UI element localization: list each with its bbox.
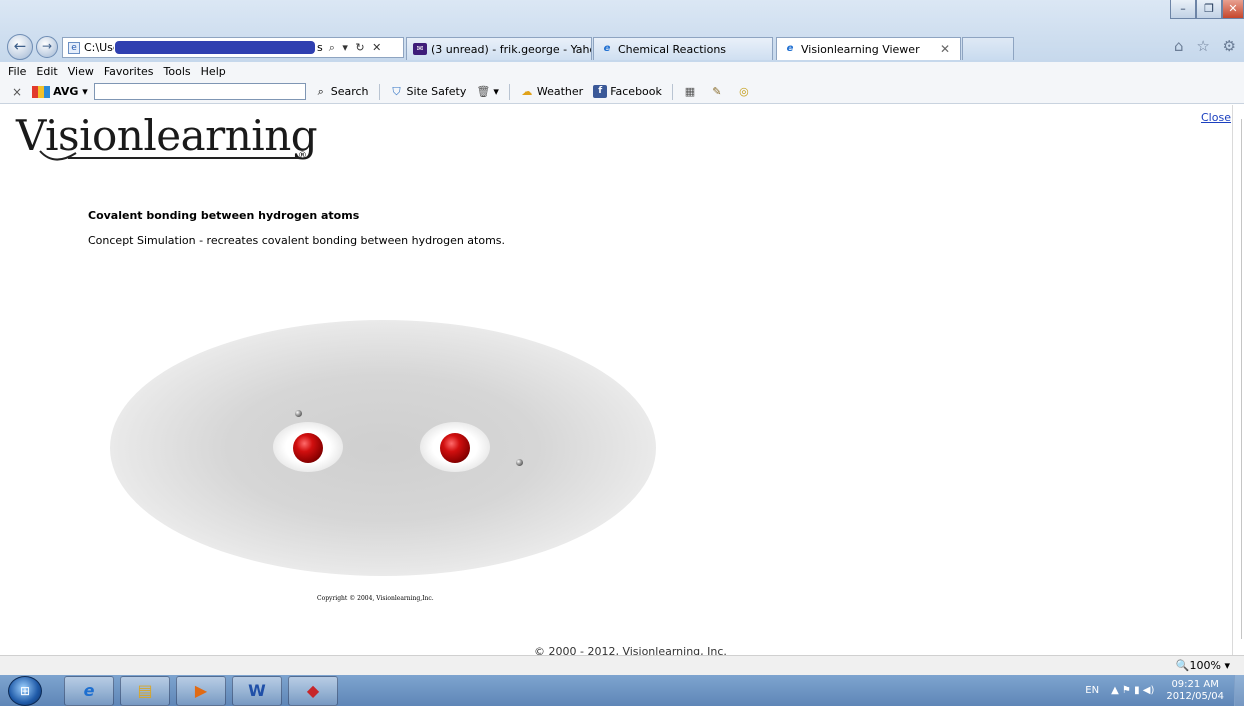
magnifier-icon: ◎ bbox=[739, 85, 749, 98]
clock[interactable]: 09:21 AM 2012/05/04 bbox=[1166, 679, 1224, 703]
start-button[interactable]: ⊞ bbox=[8, 676, 42, 706]
hydrogen-nucleus-right bbox=[440, 433, 470, 463]
status-bar: 🔍100% ▾ bbox=[0, 655, 1244, 675]
menu-help[interactable]: Help bbox=[201, 65, 226, 78]
taskbar-file-explorer[interactable]: ▤ bbox=[120, 676, 170, 706]
toolbar-separator bbox=[508, 83, 510, 100]
simulation-description: Concept Simulation - recreates covalent … bbox=[88, 234, 506, 247]
page-footer: © 2000 - 2012, Visionlearning, Inc. bbox=[534, 645, 727, 655]
dropdown-arrow-icon: ▾ bbox=[493, 85, 499, 98]
menu-favorites[interactable]: Favorites bbox=[104, 65, 154, 78]
facebook-button[interactable]: f Facebook bbox=[593, 85, 662, 98]
window-controls: – ❐ ✕ bbox=[1170, 0, 1244, 20]
tab-label: Visionlearning Viewer bbox=[801, 42, 920, 56]
redacted-path bbox=[115, 41, 315, 54]
logo-underline bbox=[68, 157, 300, 159]
toolbar-separator bbox=[378, 83, 380, 100]
browser-titlebar: – ❐ ✕ ← → e C:\User s ⌕ ▾ ↻ ✕ ✉ (3 unrea… bbox=[0, 0, 1244, 62]
vertical-scrollbar[interactable] bbox=[1232, 105, 1244, 655]
show-desktop-button[interactable] bbox=[1234, 675, 1244, 706]
taskbar-word[interactable]: W bbox=[232, 676, 282, 706]
window-close-button[interactable]: ✕ bbox=[1222, 0, 1244, 19]
taskbar-app-cube[interactable]: ◆ bbox=[288, 676, 338, 706]
clock-time: 09:21 AM bbox=[1171, 678, 1219, 690]
mail-icon: ✉ bbox=[413, 43, 427, 55]
notepad-icon: ✎ bbox=[712, 85, 722, 98]
tray-icons[interactable]: ▲ ⚑ ▮ ◀) bbox=[1111, 685, 1154, 696]
toolbar-search-button[interactable]: ⌕ Search bbox=[314, 85, 369, 98]
facebook-label: Facebook bbox=[610, 85, 662, 98]
zoom-control[interactable]: 🔍100% ▾ bbox=[1176, 659, 1230, 672]
address-tail: s bbox=[317, 41, 323, 54]
avg-menu[interactable]: AVG ▾ bbox=[32, 85, 88, 98]
windows-logo-icon: ⊞ bbox=[19, 684, 31, 698]
tab-close-icon[interactable]: ✕ bbox=[940, 42, 950, 56]
scrollbar-track bbox=[1241, 119, 1242, 639]
close-link[interactable]: Close bbox=[1201, 111, 1231, 124]
weather-icon: ☁ bbox=[521, 85, 533, 98]
search-icon: ⌕ bbox=[317, 85, 324, 98]
find-button[interactable]: ◎ bbox=[737, 85, 754, 98]
ie-icon: e bbox=[786, 43, 794, 54]
navigation-row: ← → e C:\User s ⌕ ▾ ↻ ✕ ✉ (3 unread) - f… bbox=[0, 34, 1244, 60]
avg-label: AVG ▾ bbox=[53, 85, 88, 98]
electron-cloud[interactable] bbox=[110, 320, 656, 576]
home-favorites-settings-icons[interactable]: ⌂ ☆ ⚙ bbox=[1174, 37, 1240, 55]
tab-label: (3 unread) - frik.george - Yaho... bbox=[431, 42, 592, 56]
menu-file[interactable]: File bbox=[8, 65, 26, 78]
menu-edit[interactable]: Edit bbox=[36, 65, 57, 78]
electron-right bbox=[516, 459, 523, 466]
taskbar-media-player[interactable]: ▶ bbox=[176, 676, 226, 706]
back-button[interactable]: ← bbox=[7, 34, 33, 60]
windows-taskbar: ⊞ e ▤ ▶ W ◆ EN ▲ ⚑ ▮ ◀) 09:21 AM 2012/05… bbox=[0, 675, 1244, 706]
menu-tools[interactable]: Tools bbox=[164, 65, 191, 78]
menu-view[interactable]: View bbox=[68, 65, 94, 78]
hydrogen-nucleus-left bbox=[293, 433, 323, 463]
tab-chemical-reactions[interactable]: e Chemical Reactions bbox=[593, 37, 773, 60]
calculator-icon: ▦ bbox=[684, 85, 696, 98]
address-text: C:\User bbox=[84, 41, 114, 54]
page-icon: e bbox=[68, 41, 80, 54]
logo-swoosh-icon bbox=[39, 150, 77, 161]
ie-icon: e bbox=[603, 43, 611, 54]
avg-toolbar: × AVG ▾ ⌕ Search ⛉ Site Safety 🗑 ▾ ☁ Wea… bbox=[0, 80, 1244, 104]
weather-label: Weather bbox=[536, 85, 584, 98]
trash-icon: 🗑 bbox=[476, 85, 491, 98]
simulation-title: Covalent bonding between hydrogen atoms bbox=[88, 209, 360, 222]
toolbar-close-icon[interactable]: × bbox=[12, 85, 22, 99]
calculator-button[interactable]: ▦ bbox=[683, 85, 700, 98]
site-safety-label: Site Safety bbox=[406, 85, 467, 98]
notepad-button[interactable]: ✎ bbox=[710, 85, 727, 98]
tab-visionlearning-viewer[interactable]: e Visionlearning Viewer ✕ bbox=[776, 37, 961, 60]
site-safety-button[interactable]: ⛉ Site Safety bbox=[390, 85, 467, 98]
search-label: Search bbox=[330, 85, 369, 98]
minimize-button[interactable]: – bbox=[1170, 0, 1196, 19]
weather-button[interactable]: ☁ Weather bbox=[520, 85, 583, 98]
tab-yahoo-mail[interactable]: ✉ (3 unread) - frik.george - Yaho... bbox=[406, 37, 592, 60]
electron-left bbox=[295, 410, 302, 417]
shield-icon: ⛉ bbox=[392, 85, 401, 98]
maximize-button[interactable]: ❐ bbox=[1196, 0, 1222, 19]
taskbar-internet-explorer[interactable]: e bbox=[64, 676, 114, 706]
avg-logo-icon bbox=[32, 85, 51, 98]
clock-date: 2012/05/04 bbox=[1166, 690, 1224, 702]
system-tray: EN ▲ ⚑ ▮ ◀) 09:21 AM 2012/05/04 bbox=[1085, 675, 1244, 706]
toolbar-separator bbox=[671, 83, 673, 100]
forward-button[interactable]: → bbox=[36, 36, 58, 58]
registered-mark: ® bbox=[298, 151, 307, 161]
new-tab-button[interactable] bbox=[962, 37, 1014, 60]
language-indicator[interactable]: EN bbox=[1085, 685, 1099, 696]
address-bar[interactable]: e C:\User s ⌕ ▾ ↻ ✕ bbox=[62, 37, 404, 58]
simulation-copyright: Copyright © 2004, Visionlearning,Inc. bbox=[317, 595, 434, 602]
tab-label: Chemical Reactions bbox=[618, 42, 727, 56]
address-controls[interactable]: ⌕ ▾ ↻ ✕ bbox=[329, 41, 384, 55]
toolbar-search-input[interactable] bbox=[93, 83, 306, 100]
page-viewport: Visionlearning ® Close Covalent bonding … bbox=[6, 105, 1232, 655]
facebook-icon: f bbox=[593, 85, 608, 98]
menu-bar: File Edit View Favorites Tools Help bbox=[0, 62, 1244, 80]
trash-dropdown[interactable]: 🗑 ▾ bbox=[476, 85, 499, 98]
